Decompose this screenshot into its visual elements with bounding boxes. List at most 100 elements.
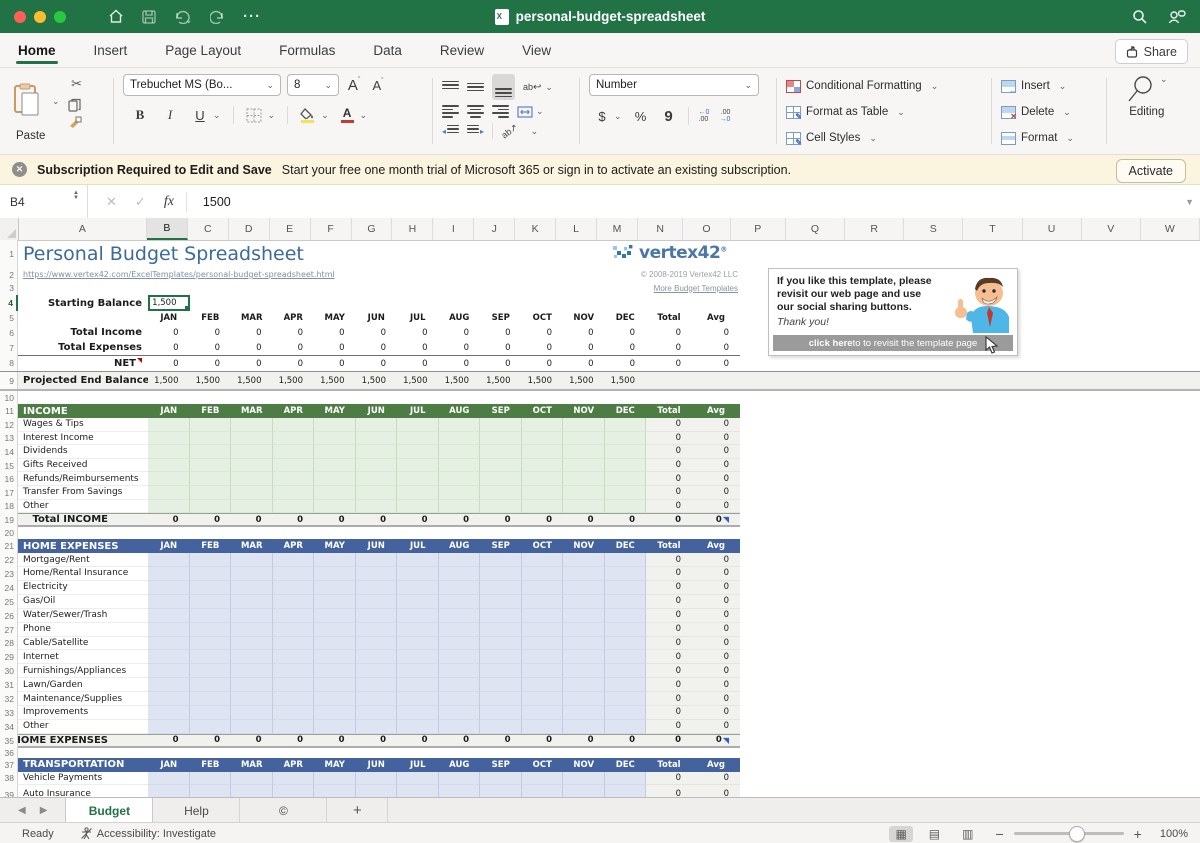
bold-button[interactable]: B — [131, 105, 149, 125]
cell[interactable] — [148, 486, 190, 500]
cell[interactable]: 0 — [397, 340, 439, 355]
cell[interactable] — [522, 692, 564, 706]
section-month-header[interactable]: JUL — [397, 539, 439, 553]
cell[interactable] — [356, 472, 398, 486]
cell[interactable]: 0 — [148, 735, 190, 746]
cell[interactable]: 0 — [563, 735, 605, 746]
cell[interactable] — [480, 678, 522, 692]
cell[interactable]: 0 — [563, 514, 605, 525]
projected-balance-label[interactable]: Projected End Balance — [18, 372, 148, 389]
cell[interactable] — [480, 432, 522, 446]
cell[interactable] — [190, 637, 232, 651]
cell[interactable]: 0 — [314, 735, 356, 746]
confirm-entry-icon[interactable]: ✓ — [135, 194, 146, 210]
cell[interactable]: 0 — [646, 664, 692, 678]
cell[interactable] — [480, 445, 522, 459]
cell[interactable] — [190, 418, 232, 432]
cell[interactable] — [231, 553, 273, 567]
row-header-30[interactable]: 30 — [0, 664, 18, 678]
cell[interactable]: 0 — [692, 637, 740, 651]
column-header-U[interactable]: U — [1023, 218, 1082, 240]
section-month-header[interactable]: MAY — [314, 758, 356, 772]
cell[interactable] — [480, 664, 522, 678]
row-header-8[interactable]: 8 — [0, 355, 18, 371]
cell[interactable] — [605, 595, 647, 609]
cell[interactable] — [480, 609, 522, 623]
cell[interactable]: 0 — [522, 340, 564, 355]
cell[interactable] — [605, 664, 647, 678]
redo-icon[interactable] — [210, 10, 225, 24]
cell[interactable] — [522, 432, 564, 446]
line-item-label[interactable]: Vehicle Payments — [18, 772, 148, 786]
section-month-header[interactable]: OCT — [522, 758, 564, 772]
cell[interactable]: 0 — [563, 356, 605, 371]
cell[interactable] — [314, 637, 356, 651]
column-header-D[interactable]: D — [229, 218, 270, 240]
cell[interactable] — [397, 637, 439, 651]
align-bottom-icon[interactable] — [492, 74, 515, 100]
font-size-select[interactable]: 8⌄ — [287, 74, 339, 96]
cell[interactable]: 0 — [314, 356, 356, 371]
cell[interactable]: 0◥ — [692, 514, 740, 525]
row-header-9[interactable]: 9 — [0, 372, 18, 389]
row-header-34[interactable]: 34 — [0, 720, 18, 734]
cell[interactable] — [148, 472, 190, 486]
cell[interactable] — [231, 445, 273, 459]
cell[interactable]: 0 — [563, 340, 605, 355]
cell[interactable] — [190, 500, 232, 514]
row-header-13[interactable]: 13 — [0, 432, 18, 446]
sheet-tab-budget[interactable]: Budget — [65, 798, 153, 823]
cell[interactable] — [190, 553, 232, 567]
cell[interactable] — [439, 609, 481, 623]
cell[interactable] — [356, 609, 398, 623]
cell[interactable] — [397, 486, 439, 500]
cell[interactable]: Total — [646, 758, 692, 772]
cell[interactable] — [563, 609, 605, 623]
cell[interactable] — [314, 472, 356, 486]
cell[interactable] — [231, 486, 273, 500]
cell[interactable]: 0 — [148, 514, 190, 525]
cell[interactable]: 0 — [480, 340, 522, 355]
cell[interactable]: 0 — [692, 650, 740, 664]
column-header-W[interactable]: W — [1141, 218, 1200, 240]
cell[interactable]: 0 — [692, 486, 740, 500]
cell[interactable]: 0 — [692, 432, 740, 446]
cell[interactable]: 0 — [439, 325, 481, 340]
cell[interactable] — [273, 609, 315, 623]
cell[interactable] — [522, 553, 564, 567]
page-break-view-icon[interactable]: ▥ — [956, 826, 979, 842]
section-month-header[interactable]: MAR — [231, 539, 273, 553]
month-header[interactable]: FEB — [190, 311, 232, 325]
cell[interactable] — [356, 637, 398, 651]
cell[interactable]: 0 — [190, 356, 232, 371]
cell[interactable] — [605, 553, 647, 567]
row-header-31[interactable]: 31 — [0, 678, 18, 692]
cell[interactable]: 0 — [148, 325, 190, 340]
cell[interactable] — [148, 706, 190, 720]
cell[interactable] — [605, 692, 647, 706]
column-header-E[interactable]: E — [270, 218, 311, 240]
cell[interactable]: 0 — [692, 609, 740, 623]
align-right-icon[interactable] — [492, 105, 509, 118]
cell[interactable] — [231, 595, 273, 609]
number-format-select[interactable]: Number⌄ — [589, 74, 759, 96]
cell[interactable] — [18, 311, 148, 325]
row-header-25[interactable]: 25 — [0, 595, 18, 609]
line-item-label[interactable]: Wages & Tips — [18, 418, 148, 432]
cell[interactable]: 0 — [439, 340, 481, 355]
cell[interactable] — [356, 785, 398, 797]
cell[interactable]: 0 — [692, 772, 740, 786]
row-header-4[interactable]: 4 — [0, 295, 18, 311]
line-item-label[interactable]: Mortgage/Rent — [18, 553, 148, 567]
cell[interactable] — [190, 692, 232, 706]
cell[interactable] — [356, 595, 398, 609]
cell[interactable]: 0 — [522, 356, 564, 371]
row-header-19[interactable]: 19 — [0, 513, 18, 527]
cell[interactable]: 0 — [273, 356, 315, 371]
row-header-2[interactable]: 2 — [0, 268, 18, 281]
row-header-22[interactable]: 22 — [0, 553, 18, 567]
cell[interactable] — [522, 785, 564, 797]
section-month-header[interactable]: JAN — [148, 539, 190, 553]
cell[interactable] — [397, 500, 439, 514]
cell[interactable] — [397, 595, 439, 609]
